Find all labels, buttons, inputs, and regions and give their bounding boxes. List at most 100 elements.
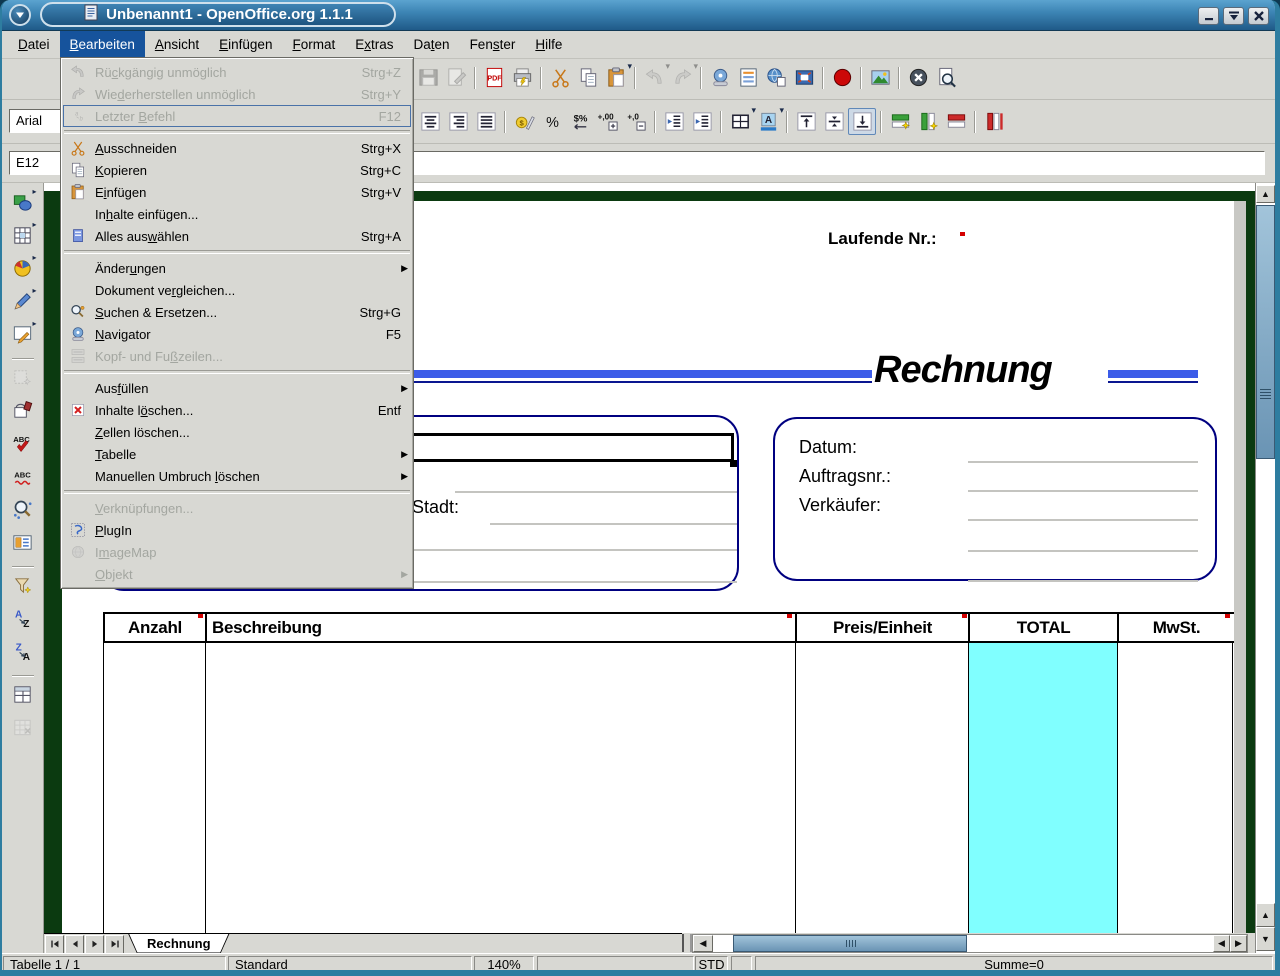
sheet-tab-rechnung[interactable]: Rechnung [128,934,230,954]
background-color-icon[interactable]: A [754,108,782,135]
scroll-step-down-button[interactable]: ▼ [1256,927,1275,951]
find-icon[interactable] [9,496,37,523]
paintbrush-icon[interactable] [9,397,37,424]
first-sheet-button[interactable] [45,935,64,954]
auto-spellcheck-icon[interactable]: ABC [9,463,37,490]
menu-extras[interactable]: Extras [345,31,403,58]
menu-item-tabelle[interactable]: Tabelle▶ [63,443,411,465]
menu-hilfe[interactable]: Hilfe [525,31,572,58]
maximize-button[interactable] [1223,7,1244,25]
column-preis-einheit[interactable] [796,643,969,933]
align-justify-icon[interactable] [472,108,500,135]
close-button[interactable] [1248,7,1269,25]
status-insert-mode[interactable]: STD [695,956,728,973]
increase-indent-icon[interactable] [688,108,716,135]
remove-decimal-icon[interactable]: +,0 [622,108,650,135]
next-sheet-button[interactable] [85,935,104,954]
menu-item-anderungen[interactable]: Änderungen▶ [63,257,411,279]
percent-icon[interactable]: % [538,108,566,135]
insert-object-icon[interactable] [9,189,37,216]
navigator-icon[interactable] [706,64,734,91]
form-controls-icon[interactable] [9,321,37,348]
export-pdf-icon[interactable]: PDF [480,64,508,91]
column-beschreibung[interactable] [206,643,796,933]
selection-handle[interactable] [730,460,737,467]
stop-icon[interactable] [904,64,932,91]
scroll-step-right-button[interactable]: ▶ [1230,935,1247,952]
menu-item-manuellen-umbruch-loschen[interactable]: Manuellen Umbruch löschen▶ [63,465,411,487]
filter-icon[interactable] [9,572,37,599]
header-beschreibung[interactable]: Beschreibung [207,614,797,641]
delete-column-icon[interactable] [980,108,1008,135]
scroll-left-button[interactable]: ◀ [693,935,713,952]
decrease-indent-icon[interactable] [660,108,688,135]
insert-row-icon[interactable] [886,108,914,135]
draw-functions-icon[interactable] [9,288,37,315]
status-sum[interactable]: Summe=0 [755,956,1273,973]
vertical-scroll-thumb[interactable] [1256,205,1275,459]
print-file-direct-icon[interactable] [508,64,536,91]
horizontal-scrollbar[interactable]: ◀ ◀ ▶ [692,934,1248,953]
menu-item-suchen-ersetzen[interactable]: Suchen & Ersetzen...Strg+G [63,301,411,323]
paste-icon[interactable] [602,64,630,91]
align-bottom-icon[interactable] [848,108,876,135]
column-anzahl[interactable] [104,643,206,933]
column-total[interactable] [969,643,1118,933]
column-mwst[interactable] [1118,643,1233,933]
menu-daten[interactable]: Daten [404,31,460,58]
vertical-scrollbar[interactable]: ▲ ▲ ▼ [1255,183,1275,953]
add-decimal-icon[interactable]: +,00 [594,108,622,135]
header-mwst[interactable]: MwSt. [1119,614,1234,641]
menu-ansicht[interactable]: Ansicht [145,31,209,58]
header-total[interactable]: TOTAL [970,614,1119,641]
cut-icon[interactable] [546,64,574,91]
menu-item-kopieren[interactable]: KopierenStrg+C [63,159,411,181]
menu-item-inhalte-einfugen[interactable]: Inhalte einfügen... [63,203,411,225]
scroll-up-button[interactable]: ▲ [1256,185,1275,203]
header-anzahl[interactable]: Anzahl [105,614,207,641]
align-top-icon[interactable] [792,108,820,135]
copy-icon[interactable] [574,64,602,91]
scroll-step-up-button[interactable]: ▲ [1256,903,1275,927]
insert-column-icon[interactable] [914,108,942,135]
status-zoom[interactable]: 140% [474,956,534,973]
header-preis-einheit[interactable]: Preis/Einheit [797,614,970,641]
align-right-icon[interactable] [444,108,472,135]
align-vcenter-icon[interactable] [820,108,848,135]
currency-icon[interactable]: $ [510,108,538,135]
menu-fenster[interactable]: Fenster [460,31,526,58]
page-preview-icon[interactable] [932,64,960,91]
menu-einfugen[interactable]: Einfügen [209,31,282,58]
menu-item-alles-auswahlen[interactable]: Alles auswählenStrg+A [63,225,411,247]
menu-item-ausschneiden[interactable]: AusschneidenStrg+X [63,137,411,159]
minimize-button[interactable] [1198,7,1219,25]
borders-icon[interactable] [726,108,754,135]
menu-item-navigator[interactable]: NavigatorF5 [63,323,411,345]
menu-item-plugin[interactable]: PlugIn [63,519,411,541]
stylist-icon[interactable] [734,64,762,91]
scroll-step-left-button[interactable]: ◀ [1213,935,1230,952]
delete-row-icon[interactable] [942,108,970,135]
tab-scrollbar-splitter[interactable] [682,934,692,952]
sort-descending-icon[interactable]: ZA [9,638,37,665]
menu-item-zellen-loschen[interactable]: Zellen löschen... [63,421,411,443]
gallery-icon[interactable] [866,64,894,91]
menu-item-dokument-vergleichen[interactable]: Dokument vergleichen... [63,279,411,301]
hyperlink-icon[interactable] [762,64,790,91]
insert-chart-icon[interactable] [9,255,37,282]
menu-format[interactable]: Format [282,31,345,58]
spellcheck-icon[interactable]: ABC [9,430,37,457]
record-icon[interactable] [828,64,856,91]
menu-datei[interactable]: Datei [8,31,60,58]
menu-item-einfugen[interactable]: EinfügenStrg+V [63,181,411,203]
data-sources-icon[interactable] [9,529,37,556]
split-window-icon[interactable] [9,681,37,708]
align-center-icon[interactable] [416,108,444,135]
sort-ascending-icon[interactable]: AZ [9,605,37,632]
insert-cells-icon[interactable] [9,222,37,249]
menu-item-ausfullen[interactable]: Ausfüllen▶ [63,377,411,399]
menu-bearbeiten[interactable]: Bearbeiten [60,31,145,58]
standard-format-icon[interactable]: $% [566,108,594,135]
window-menu-button[interactable] [9,4,31,26]
menu-item-inhalte-loschen[interactable]: Inhalte löschen...Entf [63,399,411,421]
